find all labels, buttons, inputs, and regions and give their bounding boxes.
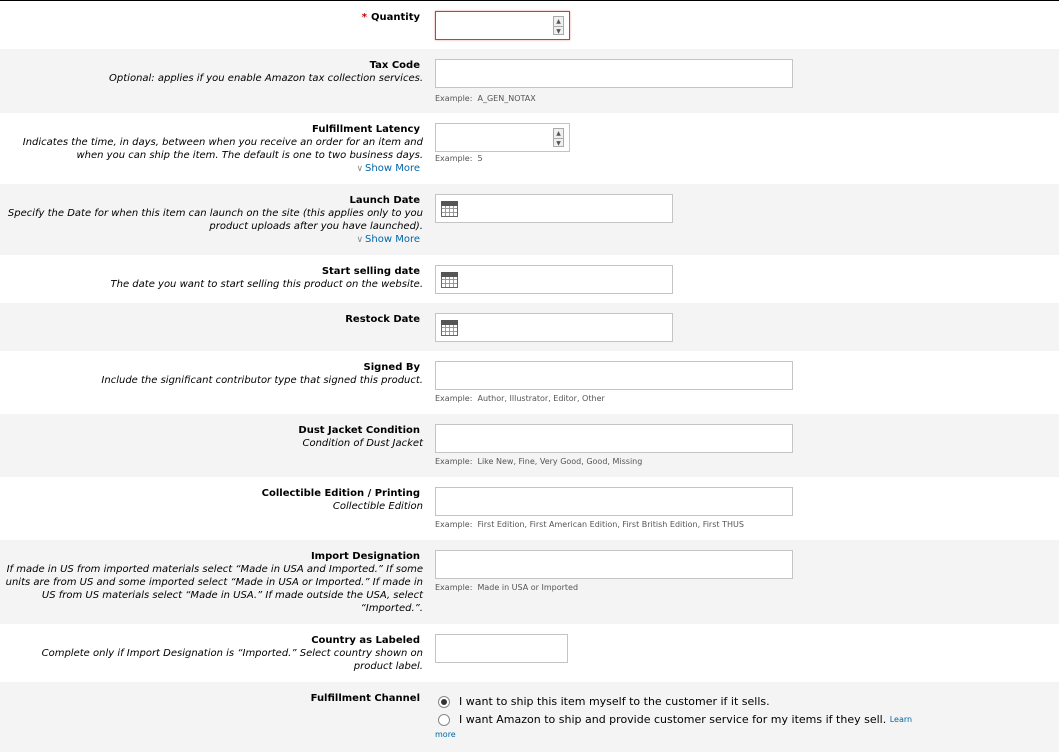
restock-date-title: Restock Date (345, 314, 420, 325)
dust-jacket-label: Dust Jacket Condition Condition of Dust … (3, 424, 423, 450)
signed-by-example: Example: Author, Illustrator, Editor, Ot… (435, 394, 605, 403)
collectible-edition-label: Collectible Edition / Printing Collectib… (3, 487, 423, 513)
collectible-edition-desc: Collectible Edition (332, 501, 423, 512)
import-designation-title: Import Designation (310, 551, 420, 562)
radio-merchant-label: I want to ship this item myself to the c… (459, 695, 770, 708)
row-collectible-edition: Collectible Edition / Printing Collectib… (0, 477, 1059, 540)
calendar-icon[interactable] (441, 272, 458, 288)
radio-merchant[interactable] (438, 695, 450, 708)
quantity-title: Quantity (371, 12, 420, 23)
show-more-link[interactable]: ∨ Show More (3, 162, 423, 176)
import-designation-desc: If made in US from imported materials se… (5, 564, 423, 614)
collectible-edition-example: Example: First Edition, First American E… (435, 520, 744, 529)
learn-more-link[interactable]: Learn (890, 715, 912, 724)
fulfillment-option-amazon[interactable]: I want Amazon to ship and provide custom… (438, 713, 912, 726)
tax-code-label: Tax Code Optional: applies if you enable… (3, 59, 423, 85)
country-labeled-label: Country as Labeled Complete only if Impo… (3, 634, 423, 673)
signed-by-label: Signed By Include the significant contri… (3, 361, 423, 387)
tax-code-example: Example: A_GEN_NOTAX (435, 94, 536, 103)
collectible-edition-input[interactable] (435, 487, 793, 516)
row-fulfillment-channel: Fulfillment Channel I want to ship this … (0, 682, 1059, 752)
import-designation-example: Example: Made in USA or Imported (435, 583, 579, 592)
country-labeled-desc: Complete only if Import Designation is “… (41, 648, 423, 672)
fulfillment-channel-label: Fulfillment Channel (3, 692, 423, 705)
import-designation-input[interactable] (435, 550, 793, 579)
collectible-edition-title: Collectible Edition / Printing (261, 488, 420, 499)
spin-up-icon[interactable]: ▲ (554, 17, 563, 26)
launch-date-title: Launch Date (349, 195, 421, 206)
row-quantity: * Quantity ▲ ▼ (0, 1, 1059, 49)
latency-spinner[interactable]: ▲ ▼ (553, 128, 564, 147)
start-selling-date-desc: The date you want to start selling this … (110, 279, 423, 290)
chevron-down-icon: ∨ (356, 235, 364, 245)
fulfillment-option-merchant[interactable]: I want to ship this item myself to the c… (438, 695, 770, 708)
fulfillment-latency-desc: Indicates the time, in days, between whe… (22, 137, 423, 161)
signed-by-desc: Include the significant contributor type… (101, 375, 423, 386)
start-selling-date-title: Start selling date (321, 266, 420, 277)
quantity-stepper[interactable]: ▲ ▼ (435, 11, 570, 40)
tax-code-desc: Optional: applies if you enable Amazon t… (109, 73, 423, 84)
spin-down-icon[interactable]: ▼ (554, 26, 563, 35)
start-selling-date-input[interactable] (435, 265, 673, 294)
chevron-down-icon: ∨ (356, 164, 364, 174)
launch-date-label: Launch Date Specify the Date for when th… (3, 194, 423, 247)
dust-jacket-desc: Condition of Dust Jacket (302, 438, 423, 449)
signed-by-input[interactable] (435, 361, 793, 390)
tax-code-input[interactable] (435, 59, 793, 88)
restock-date-label: Restock Date (3, 313, 423, 326)
signed-by-title: Signed By (363, 362, 420, 373)
calendar-icon[interactable] (441, 201, 458, 217)
fulfillment-latency-title: Fulfillment Latency (312, 124, 420, 135)
learn-more-link-continued[interactable]: more (435, 730, 456, 739)
launch-date-input[interactable] (435, 194, 673, 223)
launch-date-desc: Specify the Date for when this item can … (7, 208, 423, 232)
dust-jacket-example: Example: Like New, Fine, Very Good, Good… (435, 457, 643, 466)
radio-amazon[interactable] (438, 713, 450, 726)
row-dust-jacket: Dust Jacket Condition Condition of Dust … (0, 414, 1059, 477)
import-designation-label: Import Designation If made in US from im… (3, 550, 423, 615)
row-launch-date: Launch Date Specify the Date for when th… (0, 184, 1059, 255)
fulfillment-latency-stepper[interactable]: ▲ ▼ (435, 123, 570, 152)
row-signed-by: Signed By Include the significant contri… (0, 351, 1059, 414)
spin-down-icon[interactable]: ▼ (554, 138, 563, 147)
row-tax-code: Tax Code Optional: applies if you enable… (0, 49, 1059, 113)
calendar-icon[interactable] (441, 320, 458, 336)
country-labeled-title: Country as Labeled (311, 635, 420, 646)
dust-jacket-title: Dust Jacket Condition (298, 425, 420, 436)
radio-amazon-label: I want Amazon to ship and provide custom… (459, 713, 887, 726)
dust-jacket-input[interactable] (435, 424, 793, 453)
row-fulfillment-latency: Fulfillment Latency Indicates the time, … (0, 113, 1059, 184)
spin-up-icon[interactable]: ▲ (554, 129, 563, 138)
quantity-label: * Quantity (3, 11, 423, 24)
row-restock-date: Restock Date (0, 303, 1059, 351)
quantity-spinner[interactable]: ▲ ▼ (553, 16, 564, 35)
fulfillment-latency-label: Fulfillment Latency Indicates the time, … (3, 123, 423, 176)
restock-date-input[interactable] (435, 313, 673, 342)
country-labeled-input[interactable] (435, 634, 568, 663)
row-start-selling-date: Start selling date The date you want to … (0, 255, 1059, 303)
row-import-designation: Import Designation If made in US from im… (0, 540, 1059, 624)
row-country-labeled: Country as Labeled Complete only if Impo… (0, 624, 1059, 682)
show-more-link[interactable]: ∨ Show More (3, 233, 423, 247)
start-selling-date-label: Start selling date The date you want to … (3, 265, 423, 291)
required-marker: * (361, 12, 367, 23)
fulfillment-channel-title: Fulfillment Channel (310, 693, 420, 704)
tax-code-title: Tax Code (369, 60, 420, 71)
fulfillment-latency-example: Example: 5 (435, 154, 483, 163)
